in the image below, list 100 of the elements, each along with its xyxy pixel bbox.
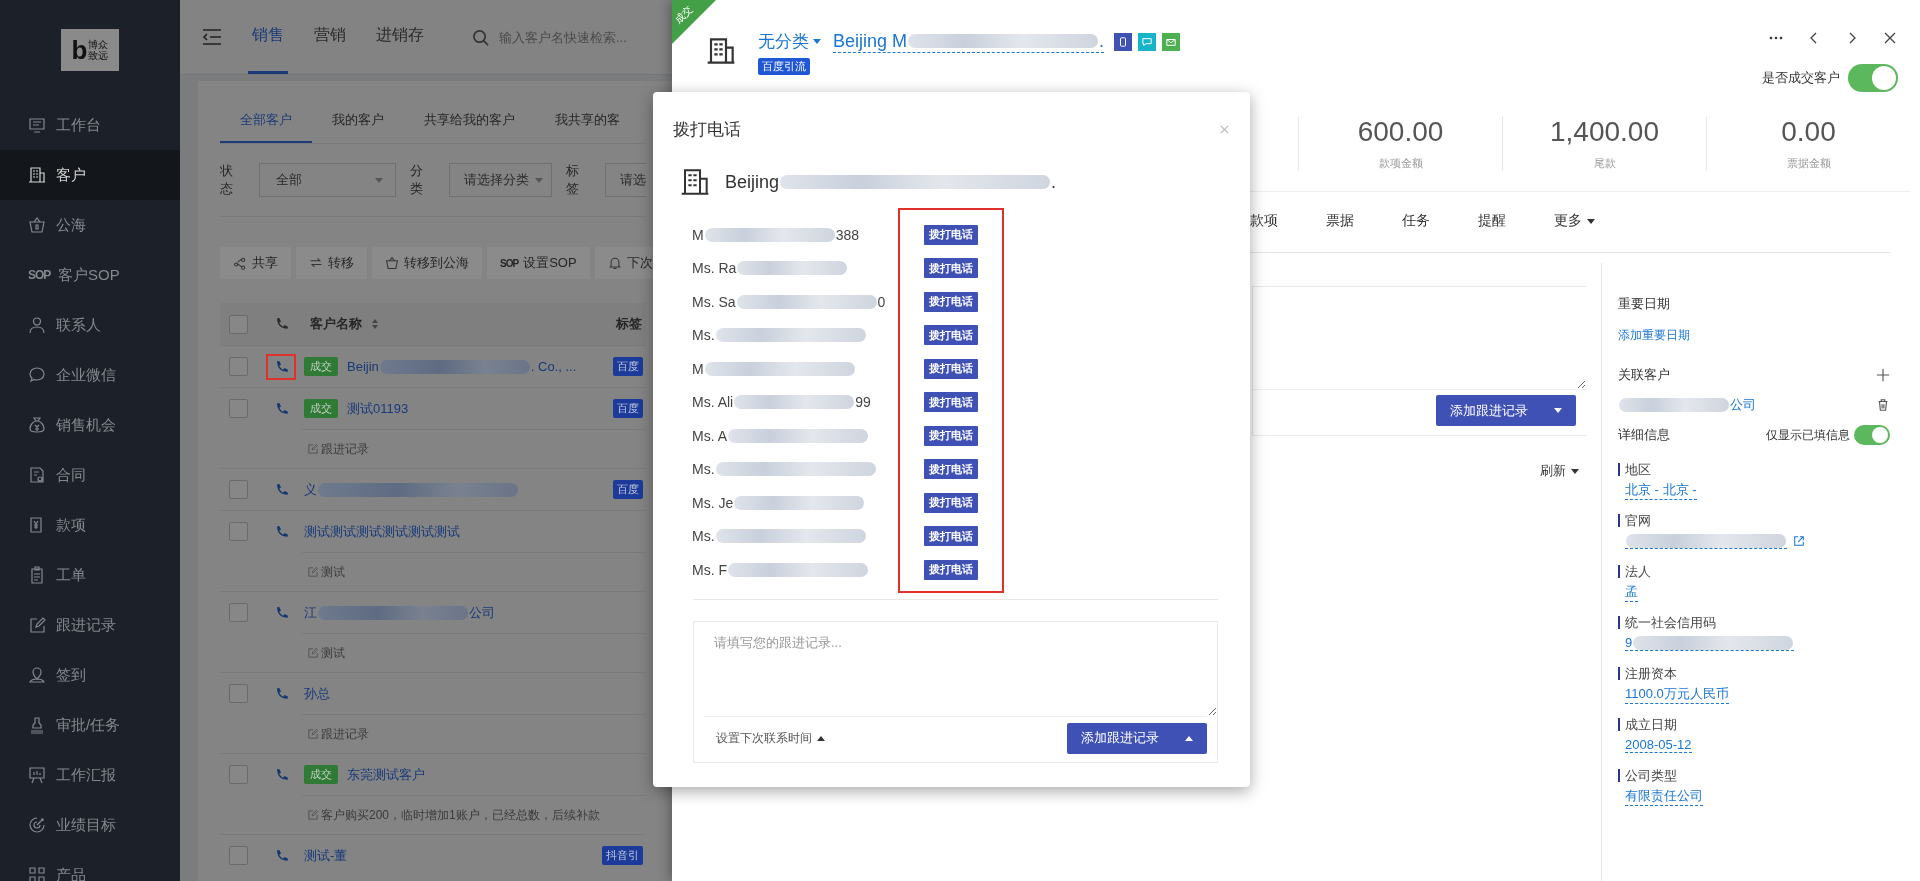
sidebar-item[interactable]: 工单 — [0, 550, 180, 600]
row-checkbox[interactable] — [229, 399, 248, 418]
call-button[interactable] — [266, 353, 296, 380]
call-button[interactable]: 拨打电话 — [924, 526, 978, 547]
customer-name-link[interactable]: 义 — [304, 480, 519, 499]
more-menu-tab[interactable]: 更多 — [1554, 212, 1595, 232]
sort-icon[interactable] — [372, 319, 378, 329]
sidebar-item[interactable]: 签到 — [0, 650, 180, 700]
customer-tab[interactable]: 我的客户 — [312, 111, 404, 143]
sidebar-item[interactable]: 款项 — [0, 500, 180, 550]
call-button[interactable]: 拨打电话 — [924, 492, 978, 513]
call-button[interactable]: 拨打电话 — [924, 392, 978, 413]
customer-name-link[interactable]: 江 公司 — [304, 603, 495, 622]
field-value[interactable]: 有限责任公司 — [1625, 786, 1703, 806]
sidebar-item[interactable]: 客户 — [0, 150, 180, 200]
category-dropdown[interactable]: 无分类 — [758, 30, 821, 53]
building-icon — [706, 36, 736, 66]
sidebar-item[interactable]: 业绩目标 — [0, 800, 180, 850]
row-checkbox[interactable] — [229, 603, 248, 622]
sidebar-item[interactable]: 工作台 — [0, 100, 180, 150]
menu-collapse-icon[interactable] — [202, 29, 222, 45]
call-button[interactable]: 拨打电话 — [924, 425, 978, 446]
customer-name-link[interactable]: 孙总 — [304, 684, 330, 703]
phone-icon — [274, 359, 288, 374]
clipboard-icon — [28, 566, 46, 584]
call-button[interactable]: 拨打电话 — [924, 224, 978, 245]
tag-select[interactable]: 请选 — [605, 163, 646, 197]
field-value[interactable]: 2008-05-12 — [1625, 737, 1692, 753]
edit-icon — [28, 616, 46, 634]
sidebar-item[interactable]: 审批/任务 — [0, 700, 180, 750]
detail-tab[interactable]: 任务 — [1402, 212, 1430, 232]
call-button[interactable]: 拨打电话 — [924, 325, 978, 346]
next-contact-dropdown[interactable]: 设置下次联系时间 — [716, 729, 825, 747]
deal-toggle[interactable] — [1848, 64, 1898, 92]
toolbar-button[interactable]: 转移 — [296, 247, 367, 279]
close-icon[interactable] — [1882, 30, 1898, 46]
nav-tab[interactable]: 销售 — [248, 0, 288, 74]
detail-tab[interactable]: 票据 — [1326, 212, 1354, 232]
row-checkbox[interactable] — [229, 765, 248, 784]
status-select[interactable]: 全部 — [259, 163, 396, 197]
customer-name-link[interactable]: 测试测试测试测试测试测试 — [304, 522, 460, 541]
follow-up-box[interactable]: 添加跟进记录 — [1252, 286, 1586, 436]
sidebar-item[interactable]: 企业微信 — [0, 350, 180, 400]
nav-tab[interactable]: 营销 — [310, 0, 350, 74]
field-value[interactable]: 1100.0万元人民币 — [1625, 684, 1729, 704]
detail-tab[interactable]: 提醒 — [1478, 212, 1506, 232]
field-value[interactable]: 9 — [1625, 635, 1795, 651]
sidebar-item[interactable]: 产品 — [0, 850, 180, 881]
toolbar-button[interactable]: 转移到公海 — [372, 247, 482, 279]
website-link[interactable] — [1625, 533, 1787, 549]
customer-name-link[interactable]: 测试-董 — [304, 846, 348, 865]
plus-icon[interactable] — [1876, 368, 1890, 382]
email-button[interactable] — [1162, 32, 1181, 51]
sidebar-item[interactable]: 跟进记录 — [0, 600, 180, 650]
related-customer-link[interactable]: 公司 — [1618, 396, 1756, 414]
customer-name-link[interactable]: 东莞测试客户 — [347, 765, 425, 784]
select-all-checkbox[interactable] — [229, 314, 248, 334]
caret-icon — [534, 177, 543, 183]
sidebar-item[interactable]: SOP 客户SOP — [0, 250, 180, 300]
call-button[interactable]: 拨打电话 — [924, 258, 978, 279]
customer-name-link[interactable]: Beijin . Co., ... — [347, 359, 577, 374]
row-checkbox[interactable] — [229, 846, 248, 865]
contact-name: Ms. Je — [692, 494, 866, 511]
call-button[interactable]: 拨打电话 — [924, 559, 978, 580]
sidebar-item[interactable]: 合同 — [0, 450, 180, 500]
row-checkbox[interactable] — [229, 480, 248, 499]
row-checkbox[interactable] — [229, 357, 248, 376]
customer-name-link[interactable]: 测试01193 — [347, 399, 409, 418]
row-checkbox[interactable] — [229, 522, 248, 541]
message-button[interactable] — [1138, 32, 1157, 51]
deal-toggle-label: 是否成交客户 — [1762, 69, 1840, 87]
call-button[interactable]: 拨打电话 — [924, 459, 978, 480]
customer-tab[interactable]: 共享给我的客户 — [404, 111, 535, 143]
sidebar-item[interactable]: 联系人 — [0, 300, 180, 350]
external-link-icon[interactable] — [1793, 535, 1805, 547]
follow-up-box[interactable]: 请填写您的跟进记录... 设置下次联系时间 添加跟进记录 — [693, 620, 1218, 763]
add-follow-up-button[interactable]: 添加跟进记录 — [1436, 395, 1576, 426]
add-follow-up-button[interactable]: 添加跟进记录 — [1067, 722, 1207, 754]
toolbar-button[interactable]: SOP 设置SOP — [487, 247, 590, 279]
nav-tab[interactable]: 进销存 — [372, 0, 428, 74]
field-value[interactable]: 孟 — [1625, 582, 1638, 602]
add-date-link[interactable]: 添加重要日期 — [1618, 327, 1890, 344]
field-value[interactable]: 北京 - 北京 - — [1625, 480, 1697, 500]
mobile-button[interactable] — [1114, 32, 1133, 51]
sidebar-item[interactable]: 公海 — [0, 200, 180, 250]
customer-tab[interactable]: 全部客户 — [220, 111, 312, 143]
toolbar-button[interactable]: 共享 — [220, 247, 291, 279]
call-button[interactable]: 拨打电话 — [924, 291, 978, 312]
call-button[interactable]: 拨打电话 — [924, 358, 978, 379]
sidebar-item[interactable]: 销售机会 — [0, 400, 180, 450]
trash-icon[interactable] — [1876, 398, 1890, 412]
filled-only-toggle[interactable] — [1854, 425, 1890, 445]
refresh-dropdown[interactable]: 刷新 — [1540, 462, 1579, 480]
customer-name-link[interactable]: Beijing M . — [833, 30, 1105, 53]
category-dropdown[interactable]: 请选择分类 — [448, 163, 552, 197]
sidebar-item[interactable]: 工作汇报 — [0, 750, 180, 800]
detail-tab[interactable]: 款项 — [1250, 212, 1278, 232]
contact-name: Ms. — [692, 327, 867, 344]
row-checkbox[interactable] — [229, 684, 248, 703]
customer-tab[interactable]: 我共享的客 — [535, 111, 620, 143]
